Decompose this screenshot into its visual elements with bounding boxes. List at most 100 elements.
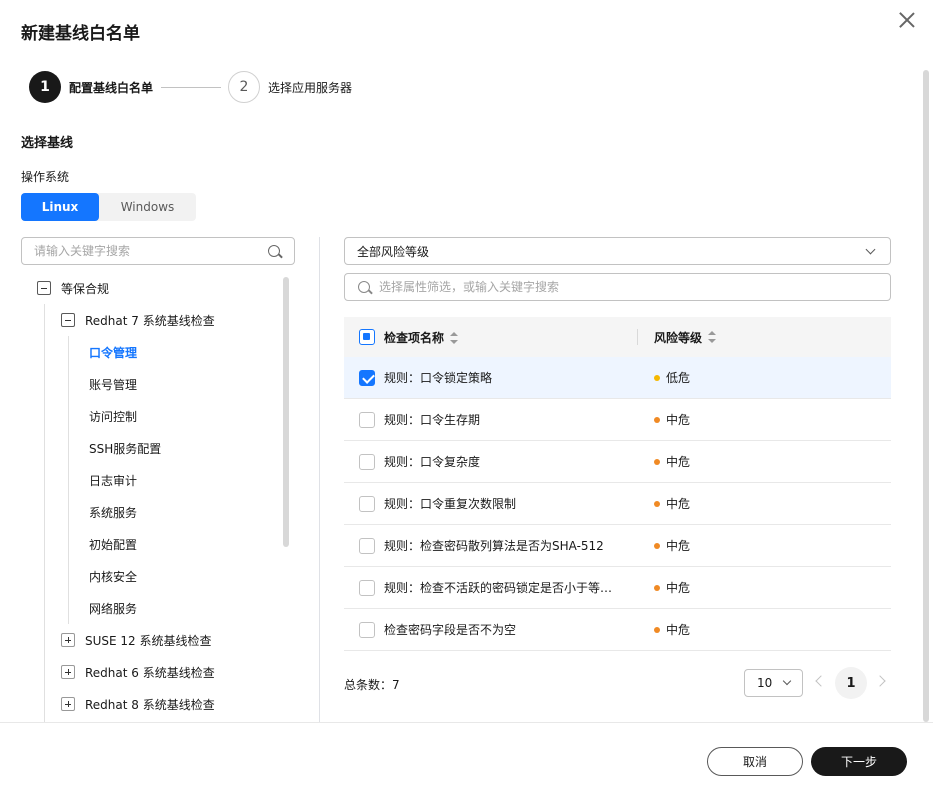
risk-label: 中危	[666, 623, 691, 637]
row-name: 规则：口令锁定策略	[384, 371, 493, 385]
baseline-tree: 等保合规 Redhat 7 系统基线检查 口令管理 账号管理 访问控制 SSH服…	[21, 272, 296, 722]
risk-dot-icon	[654, 626, 660, 633]
row-risk: 中危	[638, 495, 891, 512]
total-count: 总条数：7	[344, 678, 400, 692]
step-1-label: 配置基线白名单	[69, 80, 154, 95]
tree-node-collapsed[interactable]: SUSE 12 系统基线检查	[61, 624, 212, 656]
os-tab-linux[interactable]: Linux	[21, 193, 99, 221]
tree-leaf[interactable]: 系统服务	[89, 496, 137, 528]
header-separator	[637, 329, 638, 345]
row-name: 规则：口令生存期	[384, 413, 481, 427]
table-row[interactable]: 规则：口令复杂度 中危	[344, 441, 891, 483]
search-icon[interactable]	[268, 245, 280, 257]
risk-level-select[interactable]: 全部风险等级	[344, 237, 891, 265]
footer-divider	[0, 722, 933, 723]
row-risk: 中危	[638, 537, 891, 554]
attribute-filter	[344, 273, 891, 301]
chevron-down-icon	[865, 244, 876, 255]
panel-divider	[319, 237, 320, 722]
tree-guide-line	[68, 336, 69, 624]
tree-node-collapsed[interactable]: Redhat 6 系统基线检查	[61, 656, 215, 688]
step-2-label: 选择应用服务器	[268, 80, 353, 95]
select-all-checkbox[interactable]	[359, 329, 375, 345]
step-2: 2 选择应用服务器	[228, 71, 352, 103]
row-checkbox[interactable]	[359, 579, 375, 596]
table-body: 规则：口令锁定策略 低危 规则：口令生存期 中危 规则：口令复杂度 中危 规则：口令重复次数…	[344, 357, 891, 651]
collapse-icon[interactable]	[37, 281, 51, 295]
tree-node-label: Redhat 6 系统基线检查	[85, 665, 215, 680]
tree-leaf[interactable]: 账号管理	[89, 368, 137, 400]
step-1-number: 1	[29, 71, 61, 103]
tree-search-input[interactable]	[34, 238, 264, 264]
row-risk: 中危	[638, 453, 891, 470]
tree-search	[21, 237, 295, 265]
header-risk: 风险等级	[654, 330, 703, 345]
table-row[interactable]: 规则：口令重复次数限制 中危	[344, 483, 891, 525]
collapse-icon[interactable]	[61, 313, 75, 327]
table-header: 检查项名称 风险等级	[344, 317, 891, 357]
tree-scrollbar[interactable]	[283, 277, 289, 547]
tree-node-group[interactable]: Redhat 7 系统基线检查	[61, 304, 215, 336]
next-page-icon[interactable]	[874, 675, 886, 687]
expand-icon[interactable]	[61, 697, 75, 711]
row-checkbox[interactable]	[359, 495, 375, 512]
search-icon	[358, 281, 370, 293]
risk-label: 中危	[666, 497, 691, 511]
table-row[interactable]: 规则：口令锁定策略 低危	[344, 357, 891, 399]
sort-icon[interactable]	[450, 332, 459, 344]
table-row[interactable]: 规则：检查不活跃的密码锁定是否小于等… 中危	[344, 567, 891, 609]
chevron-down-icon	[782, 676, 792, 686]
table-row[interactable]: 规则：口令生存期 中危	[344, 399, 891, 441]
tree-node-label: SUSE 12 系统基线检查	[85, 633, 212, 648]
tree-node-root[interactable]: 等保合规	[37, 272, 109, 304]
dialog-scrollbar[interactable]	[923, 70, 929, 722]
tree-leaf[interactable]: 日志审计	[89, 464, 137, 496]
expand-icon[interactable]	[61, 633, 75, 647]
sort-icon[interactable]	[708, 331, 717, 343]
prev-page-icon[interactable]	[815, 675, 827, 687]
row-checkbox[interactable]	[359, 369, 375, 386]
tree-node-label: 等保合规	[61, 281, 110, 296]
row-checkbox[interactable]	[359, 411, 375, 428]
page-size-value: 10	[757, 676, 773, 690]
row-risk: 中危	[638, 621, 891, 638]
risk-dot-icon	[654, 458, 660, 465]
tree-node-label: Redhat 7 系统基线检查	[85, 313, 215, 328]
risk-dot-icon	[654, 416, 660, 423]
row-checkbox[interactable]	[359, 537, 375, 554]
risk-label: 中危	[666, 455, 691, 469]
tree-leaf[interactable]: 内核安全	[89, 560, 137, 592]
tree-leaf[interactable]: 口令管理	[89, 336, 137, 368]
section-title: 选择基线	[21, 136, 74, 151]
os-tab-windows[interactable]: Windows	[99, 193, 196, 221]
risk-dot-icon	[654, 500, 660, 507]
next-button[interactable]: 下一步	[811, 747, 907, 776]
cancel-button[interactable]: 取消	[707, 747, 803, 776]
expand-icon[interactable]	[61, 665, 75, 679]
risk-dot-icon	[654, 542, 660, 549]
tree-node-label: Redhat 8 系统基线检查	[85, 697, 215, 712]
row-checkbox[interactable]	[359, 453, 375, 470]
step-2-number: 2	[228, 71, 260, 103]
tree-leaf[interactable]: 访问控制	[89, 400, 137, 432]
close-icon[interactable]	[896, 9, 918, 31]
step-1: 1 配置基线白名单	[29, 71, 153, 103]
step-connector	[161, 87, 221, 88]
page-size-select[interactable]: 10	[744, 669, 803, 697]
tree-leaf[interactable]: 网络服务	[89, 592, 137, 624]
row-risk: 低危	[638, 369, 891, 386]
tree-leaf[interactable]: SSH服务配置	[89, 432, 161, 464]
risk-label: 中危	[666, 581, 691, 595]
row-risk: 中危	[638, 579, 891, 596]
table-row[interactable]: 检查密码字段是否不为空 中危	[344, 609, 891, 651]
row-name: 规则：检查密码散列算法是否为SHA-512	[384, 539, 604, 553]
table-row[interactable]: 规则：检查密码散列算法是否为SHA-512 中危	[344, 525, 891, 567]
os-label: 操作系统	[21, 170, 70, 184]
row-checkbox[interactable]	[359, 621, 375, 638]
filter-input[interactable]	[379, 274, 879, 300]
current-page[interactable]: 1	[835, 667, 867, 699]
risk-label: 中危	[666, 413, 691, 427]
tree-leaf[interactable]: 初始配置	[89, 528, 137, 560]
row-name: 检查密码字段是否不为空	[384, 623, 517, 637]
tree-node-collapsed[interactable]: Redhat 8 系统基线检查	[61, 688, 215, 720]
